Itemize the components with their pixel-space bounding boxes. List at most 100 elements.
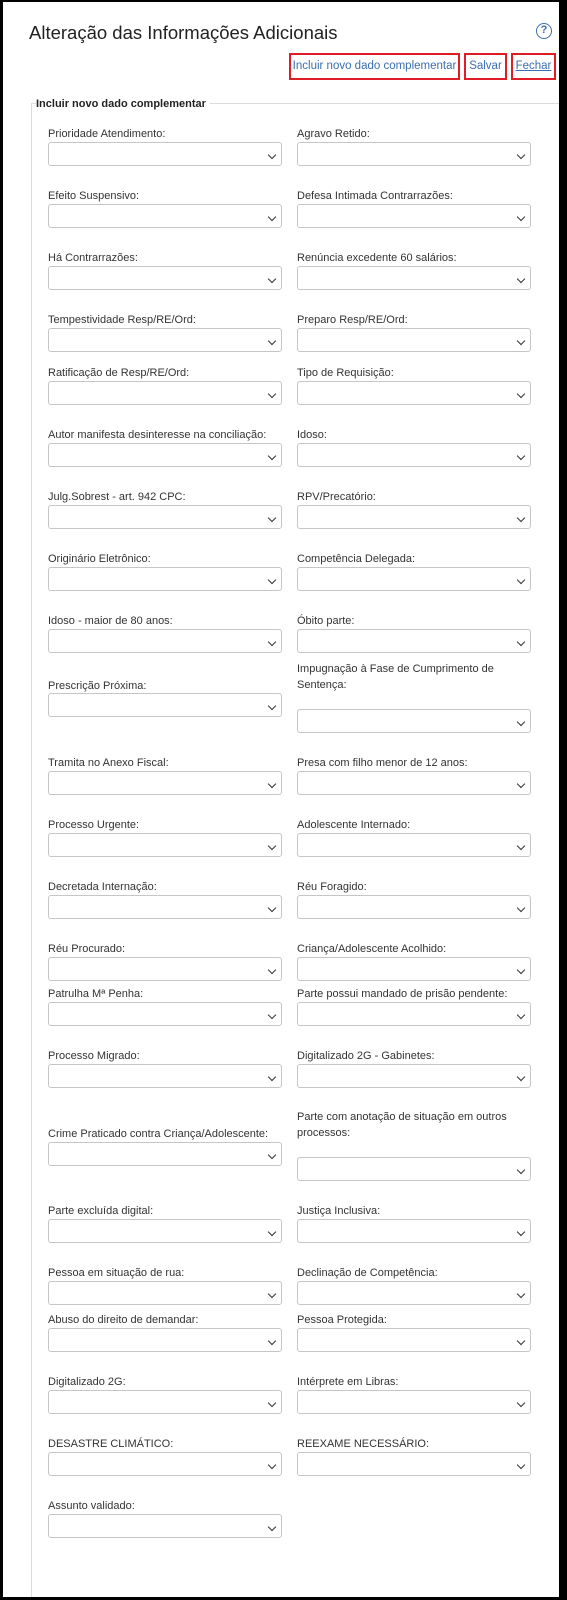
- field-3-select[interactable]: [48, 204, 282, 228]
- chevron-down-icon: [516, 717, 526, 727]
- field-9-select[interactable]: [48, 381, 282, 405]
- chevron-down-icon: [516, 1227, 526, 1237]
- field-20-select[interactable]: [297, 709, 531, 733]
- field-40-label: Pessoa Protegida:: [297, 1314, 387, 1326]
- field-23-select[interactable]: [48, 833, 282, 857]
- chevron-down-icon: [267, 1336, 277, 1346]
- section-title: Incluir novo dado complementar: [36, 98, 210, 110]
- field-45-select[interactable]: [48, 1514, 282, 1538]
- field-39-select[interactable]: [48, 1328, 282, 1352]
- field-6-select[interactable]: [297, 266, 531, 290]
- field-33-select[interactable]: [48, 1142, 282, 1166]
- chevron-down-icon: [516, 336, 526, 346]
- field-41-label: Digitalizado 2G:: [48, 1376, 126, 1388]
- chevron-down-icon: [516, 1398, 526, 1408]
- field-24-label: Adolescente Internado:: [297, 819, 411, 831]
- field-12-select[interactable]: [297, 443, 531, 467]
- chevron-down-icon: [267, 150, 277, 160]
- field-14-label: RPV/Precatório:: [297, 491, 376, 503]
- chevron-down-icon: [516, 1289, 526, 1299]
- field-32-select[interactable]: [297, 1064, 531, 1088]
- field-10-select[interactable]: [297, 381, 531, 405]
- field-11-select[interactable]: [48, 443, 282, 467]
- field-22-select[interactable]: [297, 771, 531, 795]
- help-icon[interactable]: ?: [536, 23, 552, 39]
- field-14-select[interactable]: [297, 505, 531, 529]
- field-9-label: Ratificação de Resp/RE/Ord:: [48, 367, 190, 379]
- field-30-label: Parte possui mandado de prisão pendente:: [297, 988, 508, 1000]
- chevron-down-icon: [516, 1336, 526, 1346]
- field-3-label: Efeito Suspensivo:: [48, 190, 140, 202]
- field-40-select[interactable]: [297, 1328, 531, 1352]
- field-38-select[interactable]: [297, 1281, 531, 1305]
- field-29-select[interactable]: [48, 1002, 282, 1026]
- field-19-select[interactable]: [48, 693, 282, 717]
- field-1-select[interactable]: [48, 142, 282, 166]
- field-24-select[interactable]: [297, 833, 531, 857]
- field-32-label: Digitalizado 2G - Gabinetes:: [297, 1050, 435, 1062]
- field-8-select[interactable]: [297, 328, 531, 352]
- field-43-label: DESASTRE CLIMÁTICO:: [48, 1438, 174, 1450]
- field-44-select[interactable]: [297, 1452, 531, 1476]
- chevron-down-icon: [516, 1010, 526, 1020]
- field-30-select[interactable]: [297, 1002, 531, 1026]
- field-6-label: Renúncia excedente 60 salários:: [297, 252, 457, 264]
- field-22-label: Presa com filho menor de 12 anos:: [297, 757, 468, 769]
- field-25-label: Decretada Internação:: [48, 881, 157, 893]
- field-31-select[interactable]: [48, 1064, 282, 1088]
- field-37-select[interactable]: [48, 1281, 282, 1305]
- chevron-down-icon: [267, 701, 277, 711]
- field-34-select[interactable]: [297, 1157, 531, 1181]
- chevron-down-icon: [516, 965, 526, 975]
- field-31-label: Processo Migrado:: [48, 1050, 140, 1062]
- field-5-select[interactable]: [48, 266, 282, 290]
- field-45-label: Assunto validado:: [48, 1500, 135, 1512]
- field-26-label: Réu Foragido:: [297, 881, 367, 893]
- field-13-select[interactable]: [48, 505, 282, 529]
- field-28-select[interactable]: [297, 957, 531, 981]
- field-36-select[interactable]: [297, 1219, 531, 1243]
- field-11-label: Autor manifesta desinteresse na concilia…: [48, 429, 267, 441]
- chevron-down-icon: [267, 575, 277, 585]
- field-7-label: Tempestividade Resp/RE/Ord:: [48, 314, 196, 326]
- chevron-down-icon: [267, 903, 277, 913]
- field-16-select[interactable]: [297, 567, 531, 591]
- field-4-select[interactable]: [297, 204, 531, 228]
- field-13-label: Julg.Sobrest - art. 942 CPC:: [48, 491, 186, 503]
- field-1-label: Prioridade Atendimento:: [48, 128, 166, 140]
- add-complementary-data-button[interactable]: Incluir novo dado complementar: [289, 53, 460, 80]
- field-21-select[interactable]: [48, 771, 282, 795]
- field-35-select[interactable]: [48, 1219, 282, 1243]
- field-25-select[interactable]: [48, 895, 282, 919]
- chevron-down-icon: [267, 1010, 277, 1020]
- field-33-label: Crime Praticado contra Criança/Adolescen…: [48, 1128, 269, 1140]
- chevron-down-icon: [267, 513, 277, 523]
- chevron-down-icon: [267, 637, 277, 647]
- field-2-select[interactable]: [297, 142, 531, 166]
- field-18-label: Óbito parte:: [297, 615, 355, 627]
- field-5-label: Há Contrarrazões:: [48, 252, 138, 264]
- field-15-label: Originário Eletrônico:: [48, 553, 151, 565]
- field-15-select[interactable]: [48, 567, 282, 591]
- field-17-select[interactable]: [48, 629, 282, 653]
- field-43-select[interactable]: [48, 1452, 282, 1476]
- field-26-select[interactable]: [297, 895, 531, 919]
- field-35-label: Parte excluída digital:: [48, 1205, 154, 1217]
- field-36-label: Justiça Inclusiva:: [297, 1205, 381, 1217]
- field-27-select[interactable]: [48, 957, 282, 981]
- field-18-select[interactable]: [297, 629, 531, 653]
- field-7-select[interactable]: [48, 328, 282, 352]
- close-button[interactable]: Fechar: [511, 53, 556, 80]
- field-8-label: Preparo Resp/RE/Ord:: [297, 314, 408, 326]
- field-44-label: REEXAME NECESSÁRIO:: [297, 1438, 430, 1450]
- field-41-select[interactable]: [48, 1390, 282, 1414]
- chevron-down-icon: [267, 1072, 277, 1082]
- chevron-down-icon: [267, 779, 277, 789]
- field-42-select[interactable]: [297, 1390, 531, 1414]
- save-button[interactable]: Salvar: [464, 53, 507, 80]
- chevron-down-icon: [267, 451, 277, 461]
- chevron-down-icon: [516, 1072, 526, 1082]
- chevron-down-icon: [267, 1150, 277, 1160]
- dialog-window: Alteração das Informações Adicionais ? I…: [0, 0, 567, 1600]
- chevron-down-icon: [267, 389, 277, 399]
